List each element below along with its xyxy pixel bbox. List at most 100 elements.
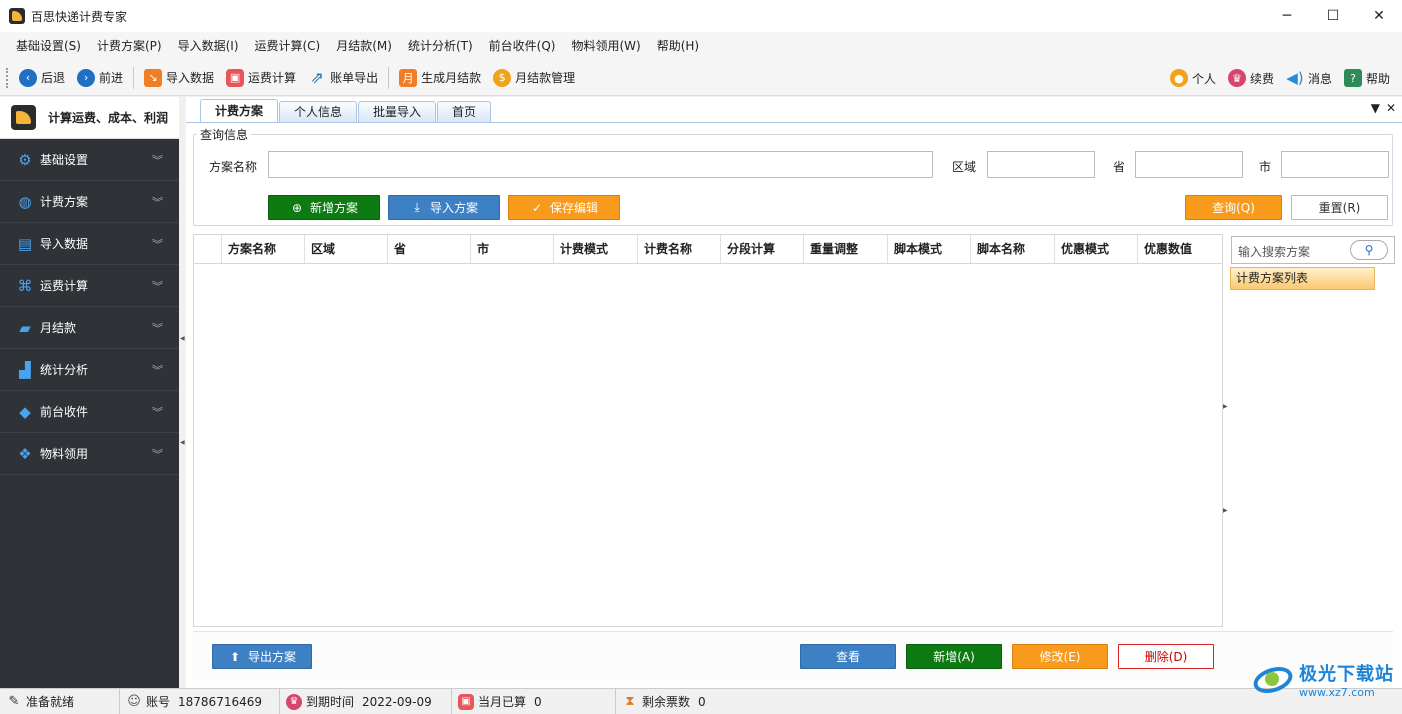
sidebar-splitter[interactable]: ◀ ◀ [179, 97, 186, 688]
plan-search-input[interactable]: 输入搜索方案 [1238, 243, 1310, 260]
maximize-button[interactable]: ☐ [1310, 0, 1356, 32]
renew-button[interactable]: ♛ 续费 [1222, 64, 1280, 92]
city-input[interactable] [1281, 151, 1389, 178]
menu-materials[interactable]: 物料领用(W) [563, 32, 648, 60]
sidebar-item-basic-settings[interactable]: ⚙ 基础设置 ︾ [0, 139, 179, 181]
import-icon: ↘ [144, 68, 163, 87]
close-button[interactable]: ✕ [1356, 0, 1402, 32]
tab-home[interactable]: 首页 [437, 101, 492, 123]
export-plan-button[interactable]: ⬆ 导出方案 [212, 644, 312, 669]
chevron-down-icon: ︾ [152, 196, 163, 209]
arrow-left-icon: ‹ [19, 68, 37, 87]
save-edit-button[interactable]: ✓ 保存编辑 [508, 195, 620, 220]
menu-freight-calc[interactable]: 运费计算(C) [247, 32, 329, 60]
column-header[interactable]: 计费模式 [554, 235, 638, 263]
collapse-left-icon[interactable]: ◀ [180, 335, 185, 342]
window-title: 百思快递计费专家 [31, 9, 128, 24]
province-input[interactable] [1135, 151, 1243, 178]
view-button[interactable]: 查看 [800, 644, 896, 669]
calculator-icon: ⌘ [17, 276, 33, 295]
column-header[interactable]: 脚本模式 [888, 235, 971, 263]
help-button[interactable]: ? 帮助 [1338, 64, 1396, 92]
box-icon: ◆ [19, 402, 31, 421]
sidebar-item-freight-calc[interactable]: ⌘ 运费计算 ︾ [0, 265, 179, 307]
sidebar-item-monthly[interactable]: ▰ 月结款 ︾ [0, 307, 179, 349]
watermark-url: www.xz7.com [1299, 686, 1375, 699]
tab-personal-info[interactable]: 个人信息 [279, 101, 358, 123]
sidebar-item-front-desk[interactable]: ◆ 前台收件 ︾ [0, 391, 179, 433]
menu-help[interactable]: 帮助(H) [649, 32, 707, 60]
column-header[interactable]: 优惠模式 [1055, 235, 1138, 263]
tab-batch-import[interactable]: 批量导入 [358, 101, 437, 123]
menu-monthly[interactable]: 月结款(M) [328, 32, 400, 60]
crown-icon: ♛ [286, 693, 302, 710]
tab-billing-plan[interactable]: 计费方案 [200, 99, 279, 123]
toolbar-grip[interactable] [6, 67, 9, 88]
column-header[interactable]: 重量调整 [804, 235, 888, 263]
upload-icon: ⬆ [229, 649, 241, 664]
menu-statistics[interactable]: 统计分析(T) [400, 32, 481, 60]
collapse-right-icon[interactable]: ▶ [1223, 507, 1228, 514]
city-label: 市 [1259, 160, 1272, 174]
status-expire: ♛ 到期时间 2022-09-09 [280, 688, 452, 714]
column-header[interactable]: 计费名称 [638, 235, 721, 263]
freight-calc-button[interactable]: ▣ 运费计算 [220, 64, 302, 92]
region-input[interactable] [987, 151, 1095, 178]
collapse-right-icon[interactable]: ▶ [1223, 403, 1228, 410]
plan-list-item[interactable]: 计费方案列表 [1230, 267, 1375, 290]
bill-export-button[interactable]: ⇗ 账单导出 [302, 64, 384, 92]
plan-search-box[interactable]: 输入搜索方案 ⚲ [1231, 236, 1395, 264]
chevron-down-icon: ︾ [152, 280, 163, 293]
reset-button[interactable]: 重置(R) [1291, 195, 1388, 220]
menu-basic-settings[interactable]: 基础设置(S) [8, 32, 89, 60]
user-icon: ● [1169, 69, 1188, 87]
menu-front-desk[interactable]: 前台收件(Q) [481, 32, 564, 60]
question-icon: ? [1343, 69, 1362, 87]
sidebar-item-materials[interactable]: ❖ 物料领用 ︾ [0, 433, 179, 475]
chevron-down-icon: ︾ [152, 364, 163, 377]
add-button[interactable]: 新增(A) [906, 644, 1002, 669]
chevron-down-icon: ︾ [152, 238, 163, 251]
tab-menu-icon[interactable]: ▼ [1371, 101, 1380, 115]
collapse-left-icon[interactable]: ◀ [180, 439, 185, 446]
minimize-button[interactable]: ─ [1264, 0, 1310, 32]
region-label: 区域 [952, 160, 977, 174]
generate-monthly-button[interactable]: 月 生成月结款 [393, 64, 487, 92]
personal-button[interactable]: ● 个人 [1164, 64, 1222, 92]
row-indicator-header [194, 235, 222, 263]
column-header[interactable]: 优惠数值 [1138, 235, 1222, 263]
sidebar-item-statistics[interactable]: ▟ 统计分析 ︾ [0, 349, 179, 391]
app-logo-icon [9, 8, 25, 24]
tab-close-icon[interactable]: ✕ [1386, 101, 1396, 115]
monthly-manage-button[interactable]: $ 月结款管理 [487, 64, 581, 92]
user-icon: ☺ [127, 694, 141, 709]
search-button[interactable]: 查询(Q) [1185, 195, 1282, 220]
column-header[interactable]: 分段计算 [721, 235, 804, 263]
add-plan-button[interactable]: ⊕ 新增方案 [268, 195, 380, 220]
sidebar: 计算运费、成本、利润 ⚙ 基础设置 ︾ ◍ 计费方案 ︾ ▤ 导入数据 ︾ ⌘ … [0, 97, 179, 688]
search-icon[interactable]: ⚲ [1350, 240, 1388, 260]
column-header[interactable]: 脚本名称 [971, 235, 1055, 263]
message-button[interactable]: ◀) 消息 [1280, 64, 1338, 92]
delete-button[interactable]: 删除(D) [1118, 644, 1214, 669]
app-logo-icon [11, 105, 36, 130]
tab-controls: ▼ ✕ [1371, 101, 1396, 115]
status-bar: ✎ 准备就绪 ☺ 账号 18786716469 ♛ 到期时间 2022-09-0… [0, 688, 1402, 714]
import-data-button[interactable]: ↘ 导入数据 [138, 64, 220, 92]
sidebar-item-billing-plan[interactable]: ◍ 计费方案 ︾ [0, 181, 179, 223]
sidebar-item-import-data[interactable]: ▤ 导入数据 ︾ [0, 223, 179, 265]
column-header[interactable]: 方案名称 [222, 235, 305, 263]
menu-bar: 基础设置(S) 计费方案(P) 导入数据(I) 运费计算(C) 月结款(M) 统… [0, 32, 1402, 60]
money-bag-icon: $ [493, 68, 512, 87]
column-header[interactable]: 市 [471, 235, 554, 263]
menu-billing-plan[interactable]: 计费方案(P) [89, 32, 170, 60]
modify-button[interactable]: 修改(E) [1012, 644, 1108, 669]
menu-import-data[interactable]: 导入数据(I) [170, 32, 247, 60]
plan-name-input[interactable] [268, 151, 933, 178]
import-plan-button[interactable]: ⤓ 导入方案 [388, 195, 500, 220]
tab-bar: 计费方案 个人信息 批量导入 首页 [200, 99, 492, 123]
column-header[interactable]: 省 [388, 235, 471, 263]
back-button[interactable]: ‹ 后退 [13, 64, 71, 92]
column-header[interactable]: 区域 [305, 235, 388, 263]
forward-button[interactable]: › 前进 [71, 64, 129, 92]
